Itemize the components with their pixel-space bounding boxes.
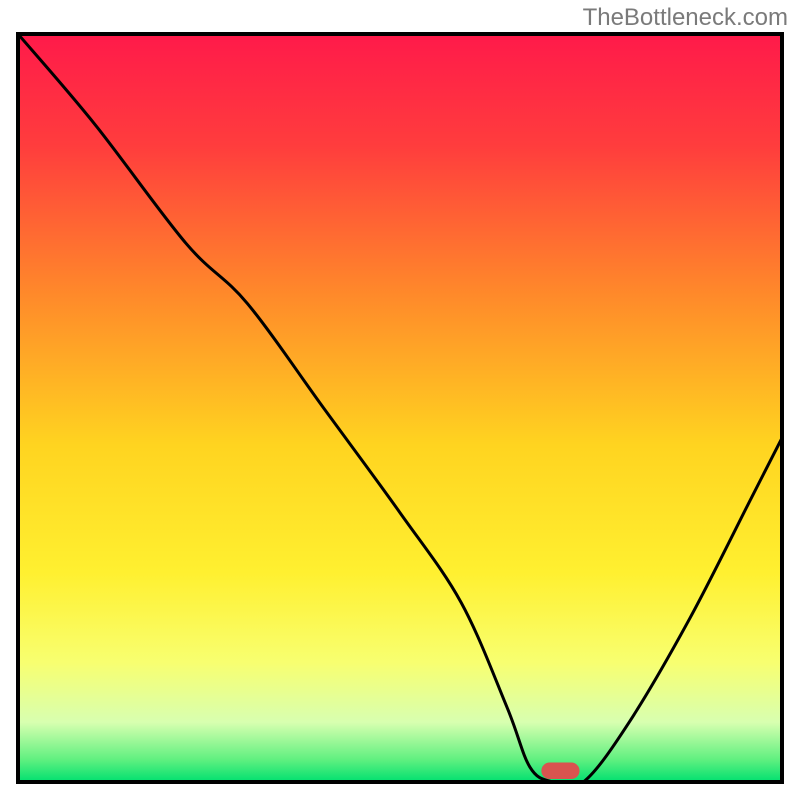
bottleneck-chart <box>0 0 800 800</box>
gradient-background <box>18 34 782 782</box>
watermark-text: TheBottleneck.com <box>583 4 788 32</box>
optimal-marker <box>541 763 579 779</box>
chart-container: TheBottleneck.com <box>0 0 800 800</box>
